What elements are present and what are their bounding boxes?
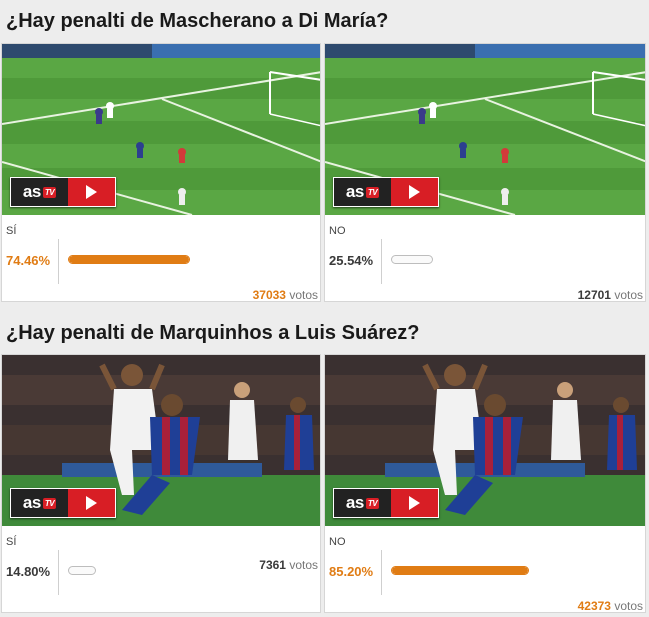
option-label: NO — [329, 225, 346, 237]
video-thumbnail[interactable]: as TV — [2, 44, 320, 215]
option-percent: 14.80% — [6, 564, 51, 579]
astv-play-badge[interactable]: as TV — [10, 488, 116, 518]
result-bar — [391, 566, 529, 575]
option-percent: 25.54% — [329, 253, 374, 268]
video-thumbnail[interactable]: as TV — [2, 355, 320, 526]
vote-count-number: 7361 — [259, 558, 286, 572]
play-icon[interactable] — [391, 178, 438, 206]
result-bar — [391, 255, 433, 264]
play-icon[interactable] — [391, 489, 438, 517]
poll-1-option-si-card[interactable]: as TV SÍ 74.46% 37033 votos — [1, 43, 321, 302]
option-label: SÍ — [6, 225, 17, 237]
video-thumbnail[interactable]: as TV — [325, 44, 645, 215]
result-bar-fill — [69, 256, 189, 263]
astv-logo: as TV — [11, 178, 68, 206]
vote-count: 37033 votos — [252, 288, 318, 302]
vote-count: 7361 votos — [259, 558, 318, 572]
option-percent: 85.20% — [329, 564, 374, 579]
astv-play-badge[interactable]: as TV — [333, 488, 439, 518]
vote-count: 12701 votos — [577, 288, 643, 302]
result-bar — [68, 566, 96, 575]
divider — [381, 550, 382, 595]
divider — [381, 239, 382, 284]
poll-2-option-si-card[interactable]: as TV SÍ 14.80% 7361 votos — [1, 354, 321, 613]
vote-count-number: 42373 — [577, 599, 611, 613]
option-percent: 74.46% — [6, 253, 51, 268]
poll-1-title: ¿Hay penalti de Mascherano a Di María? — [6, 10, 389, 32]
play-icon[interactable] — [68, 178, 115, 206]
astv-play-badge[interactable]: as TV — [10, 177, 116, 207]
poll-2-title: ¿Hay penalti de Marquinhos a Luis Suárez… — [6, 322, 420, 344]
astv-logo: as TV — [334, 489, 391, 517]
result-bar-fill — [392, 567, 528, 574]
vote-count-number: 37033 — [252, 288, 286, 302]
poll-2-option-no-card[interactable]: as TV NO 85.20% 42373 votos — [324, 354, 646, 613]
vote-count: 42373 votos — [577, 599, 643, 613]
divider — [58, 239, 59, 284]
option-label: SÍ — [6, 536, 17, 548]
astv-logo: as TV — [334, 178, 391, 206]
astv-logo: as TV — [11, 489, 68, 517]
result-bar — [68, 255, 190, 264]
poll-1-option-no-card[interactable]: as TV NO 25.54% 12701 votos — [324, 43, 646, 302]
option-label: NO — [329, 536, 346, 548]
vote-count-number: 12701 — [577, 288, 611, 302]
play-icon[interactable] — [68, 489, 115, 517]
video-thumbnail[interactable]: as TV — [325, 355, 645, 526]
divider — [58, 550, 59, 595]
astv-play-badge[interactable]: as TV — [333, 177, 439, 207]
